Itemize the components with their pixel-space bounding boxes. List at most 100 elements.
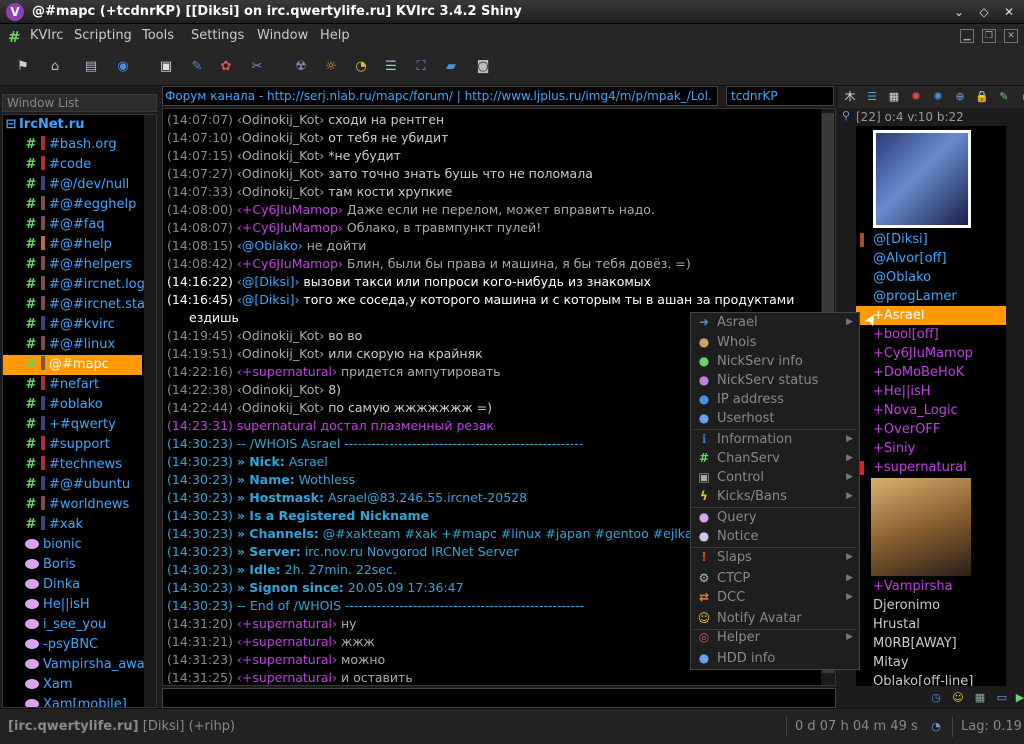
chat-nick[interactable]: ‹Odinokij_Kot› (237, 166, 324, 181)
window-list-query[interactable]: bionic (3, 535, 142, 555)
user-list-item[interactable]: +DoMoBeHoK (856, 363, 1006, 382)
menu-tools[interactable]: Tools (142, 28, 174, 43)
window-list-query[interactable]: -psyBNC (3, 635, 142, 655)
chat-nick[interactable]: ‹+supernatural› (237, 616, 337, 631)
window-list-scrollbar[interactable] (144, 115, 156, 707)
window-list-channel[interactable]: # #oblako (3, 395, 142, 415)
window-list-channel[interactable]: # #@#linux (3, 335, 142, 355)
user-list-item[interactable]: Oblako[off-line] (856, 672, 1006, 686)
options-icon[interactable]: ▣ (155, 56, 177, 78)
restore-button[interactable]: ◇ (975, 3, 993, 21)
window-list-query[interactable]: Dinka (3, 575, 142, 595)
chat-nick[interactable]: ‹+Cy6JIuMamop› (237, 220, 343, 235)
chat-nick[interactable]: » Nick: (237, 454, 285, 469)
window-list-query[interactable]: Vampirsha_away (3, 655, 152, 675)
user-list-item[interactable]: +He||isH (856, 382, 1006, 401)
menu-window[interactable]: Window (257, 28, 308, 43)
chat-nick[interactable]: ‹Odinokij_Kot› (237, 130, 324, 145)
window-list-channel[interactable]: # #nefart (3, 375, 142, 395)
menu-help[interactable]: Help (320, 28, 350, 43)
chat-nick[interactable]: » Name: (237, 472, 295, 487)
user-list-item[interactable]: +Cy6JIuMamop (856, 344, 1006, 363)
server-icon[interactable]: ⌂ (44, 56, 66, 78)
kvs-icon[interactable]: ▦ (972, 690, 988, 706)
window-list-channel[interactable]: # #@#egghelp (3, 195, 142, 215)
user-list-item[interactable]: +Siniy (856, 439, 1006, 458)
context-menu-item[interactable]: ⚙ CTCP ▶ (691, 569, 859, 588)
chat-nick[interactable]: ‹+supernatural› (237, 634, 337, 649)
notes-icon[interactable]: ☰ (380, 56, 402, 78)
chat-nick[interactable]: ‹@Oblako› (237, 238, 303, 253)
grid-icon[interactable]: ▦ (886, 89, 902, 105)
user-list-item[interactable]: M0RB[AWAY] (856, 634, 1006, 653)
context-menu-item[interactable]: ● Query (691, 508, 859, 527)
window-list-channel[interactable]: # #@#help (3, 235, 142, 255)
window-list-query[interactable]: He||isH (3, 595, 142, 615)
chat-nick[interactable]: ‹+supernatural› (237, 652, 337, 667)
chat-nick[interactable]: ‹Odinokij_Kot› (237, 346, 324, 361)
window-icon[interactable]: ▭ (994, 690, 1010, 706)
window-list-channel[interactable]: # #@#ircnet.stat (3, 295, 150, 315)
user-list-item[interactable]: @[Diksi] (856, 230, 1006, 249)
chat-nick[interactable]: ‹+Cy6JIuMamop› (237, 256, 343, 271)
window-list-channel[interactable]: # #@#helpers (3, 255, 142, 275)
nick-field[interactable]: tcdnrKP (726, 86, 834, 106)
window-list-channel[interactable]: # #@/dev/null (3, 175, 142, 195)
chat-nick[interactable]: ‹Odinokij_Kot› (237, 400, 324, 415)
user-list-item[interactable]: +supernatural (856, 458, 1006, 477)
window-list-channel[interactable]: # #technews (3, 455, 142, 475)
folder-icon[interactable]: ▰ (440, 56, 462, 78)
chat-nick[interactable]: ‹Odinokij_Kot› (237, 112, 324, 127)
timer-icon[interactable]: ◔ (350, 56, 372, 78)
arrow-right-icon[interactable]: ▸ (1018, 89, 1024, 105)
window-list-query[interactable]: i_see_you (3, 615, 142, 635)
window-list-channel[interactable]: # +#qwerty (3, 415, 142, 435)
chat-nick[interactable]: ‹Odinokij_Kot› (237, 148, 324, 163)
context-menu-item[interactable]: ● NickServ info (691, 352, 859, 371)
kvirc-app-icon[interactable]: V (6, 3, 24, 21)
gear-icon[interactable]: ✺ (930, 89, 946, 105)
close-button[interactable]: ✕ (1000, 3, 1018, 21)
user-list-item[interactable]: @Alvor[off] (856, 249, 1006, 268)
chat-nick[interactable]: -- /WHOIS Asrael (237, 436, 340, 451)
list-icon[interactable]: ☰ (864, 89, 880, 105)
user-list-item[interactable]: +bool[off] (856, 325, 1006, 344)
avatar[interactable] (871, 478, 971, 576)
window-list-query[interactable]: Boris (3, 555, 142, 575)
theme-icon[interactable]: ✿ (215, 56, 237, 78)
clock-icon[interactable]: ◷ (928, 690, 944, 706)
irc-icon[interactable]: ◉ (112, 56, 134, 78)
chat-nick[interactable]: ‹+supernatural› (237, 364, 337, 379)
smiley-icon[interactable]: ☺ (950, 690, 966, 706)
window-list-query[interactable]: Xam (3, 675, 142, 695)
chat-nick[interactable]: ‹Odinokij_Kot› (237, 382, 324, 397)
chat-nick[interactable]: ‹Odinokij_Kot› (237, 184, 324, 199)
window-list-channel[interactable]: # #@#ircnet.log (3, 275, 145, 295)
tools-icon[interactable]: ✂ (246, 56, 268, 78)
chat-nick[interactable]: ‹Odinokij_Kot› (237, 328, 324, 343)
user-list-item[interactable]: @progLamer (856, 287, 1006, 306)
window-list-channel[interactable]: # #xak (3, 515, 142, 535)
context-menu-item[interactable]: ▣ Control ▶ (691, 468, 859, 487)
screenshot-icon[interactable]: ◙ (472, 56, 494, 78)
chat-nick[interactable]: » Is a Registered Nickname (237, 508, 429, 523)
mask-icon[interactable]: ☢ (290, 56, 312, 78)
context-menu-item[interactable]: # ChanServ ▶ (691, 449, 859, 468)
user-list-item[interactable]: Mitay (856, 653, 1006, 672)
context-menu-item[interactable]: ! Slaps ▶ (691, 548, 859, 567)
context-menu-item[interactable]: ● Notice (691, 527, 859, 546)
plus-icon[interactable]: ⊕ (952, 89, 968, 105)
window-list-channel[interactable]: # #@#faq (3, 215, 142, 235)
user-list-scrollbar[interactable] (1006, 126, 1022, 686)
network-item[interactable]: ⊟ IrcNet.ru (3, 115, 142, 135)
context-menu-item[interactable]: ● Whois (691, 333, 859, 352)
pen-icon[interactable]: ✎ (996, 89, 1012, 105)
message-input[interactable] (162, 688, 836, 708)
context-menu-item[interactable]: ● HDD info (691, 649, 859, 668)
book-icon[interactable]: ▤ (80, 56, 102, 78)
arrow-right-icon[interactable]: ▶ (1012, 690, 1024, 706)
context-menu-item[interactable]: ⇄ DCC ▶ (691, 588, 859, 607)
window-list-query[interactable]: Xam[mobile] (3, 695, 142, 707)
chat-nick[interactable]: » Server: (237, 544, 301, 559)
context-menu-item[interactable]: ● NickServ status (691, 371, 859, 390)
